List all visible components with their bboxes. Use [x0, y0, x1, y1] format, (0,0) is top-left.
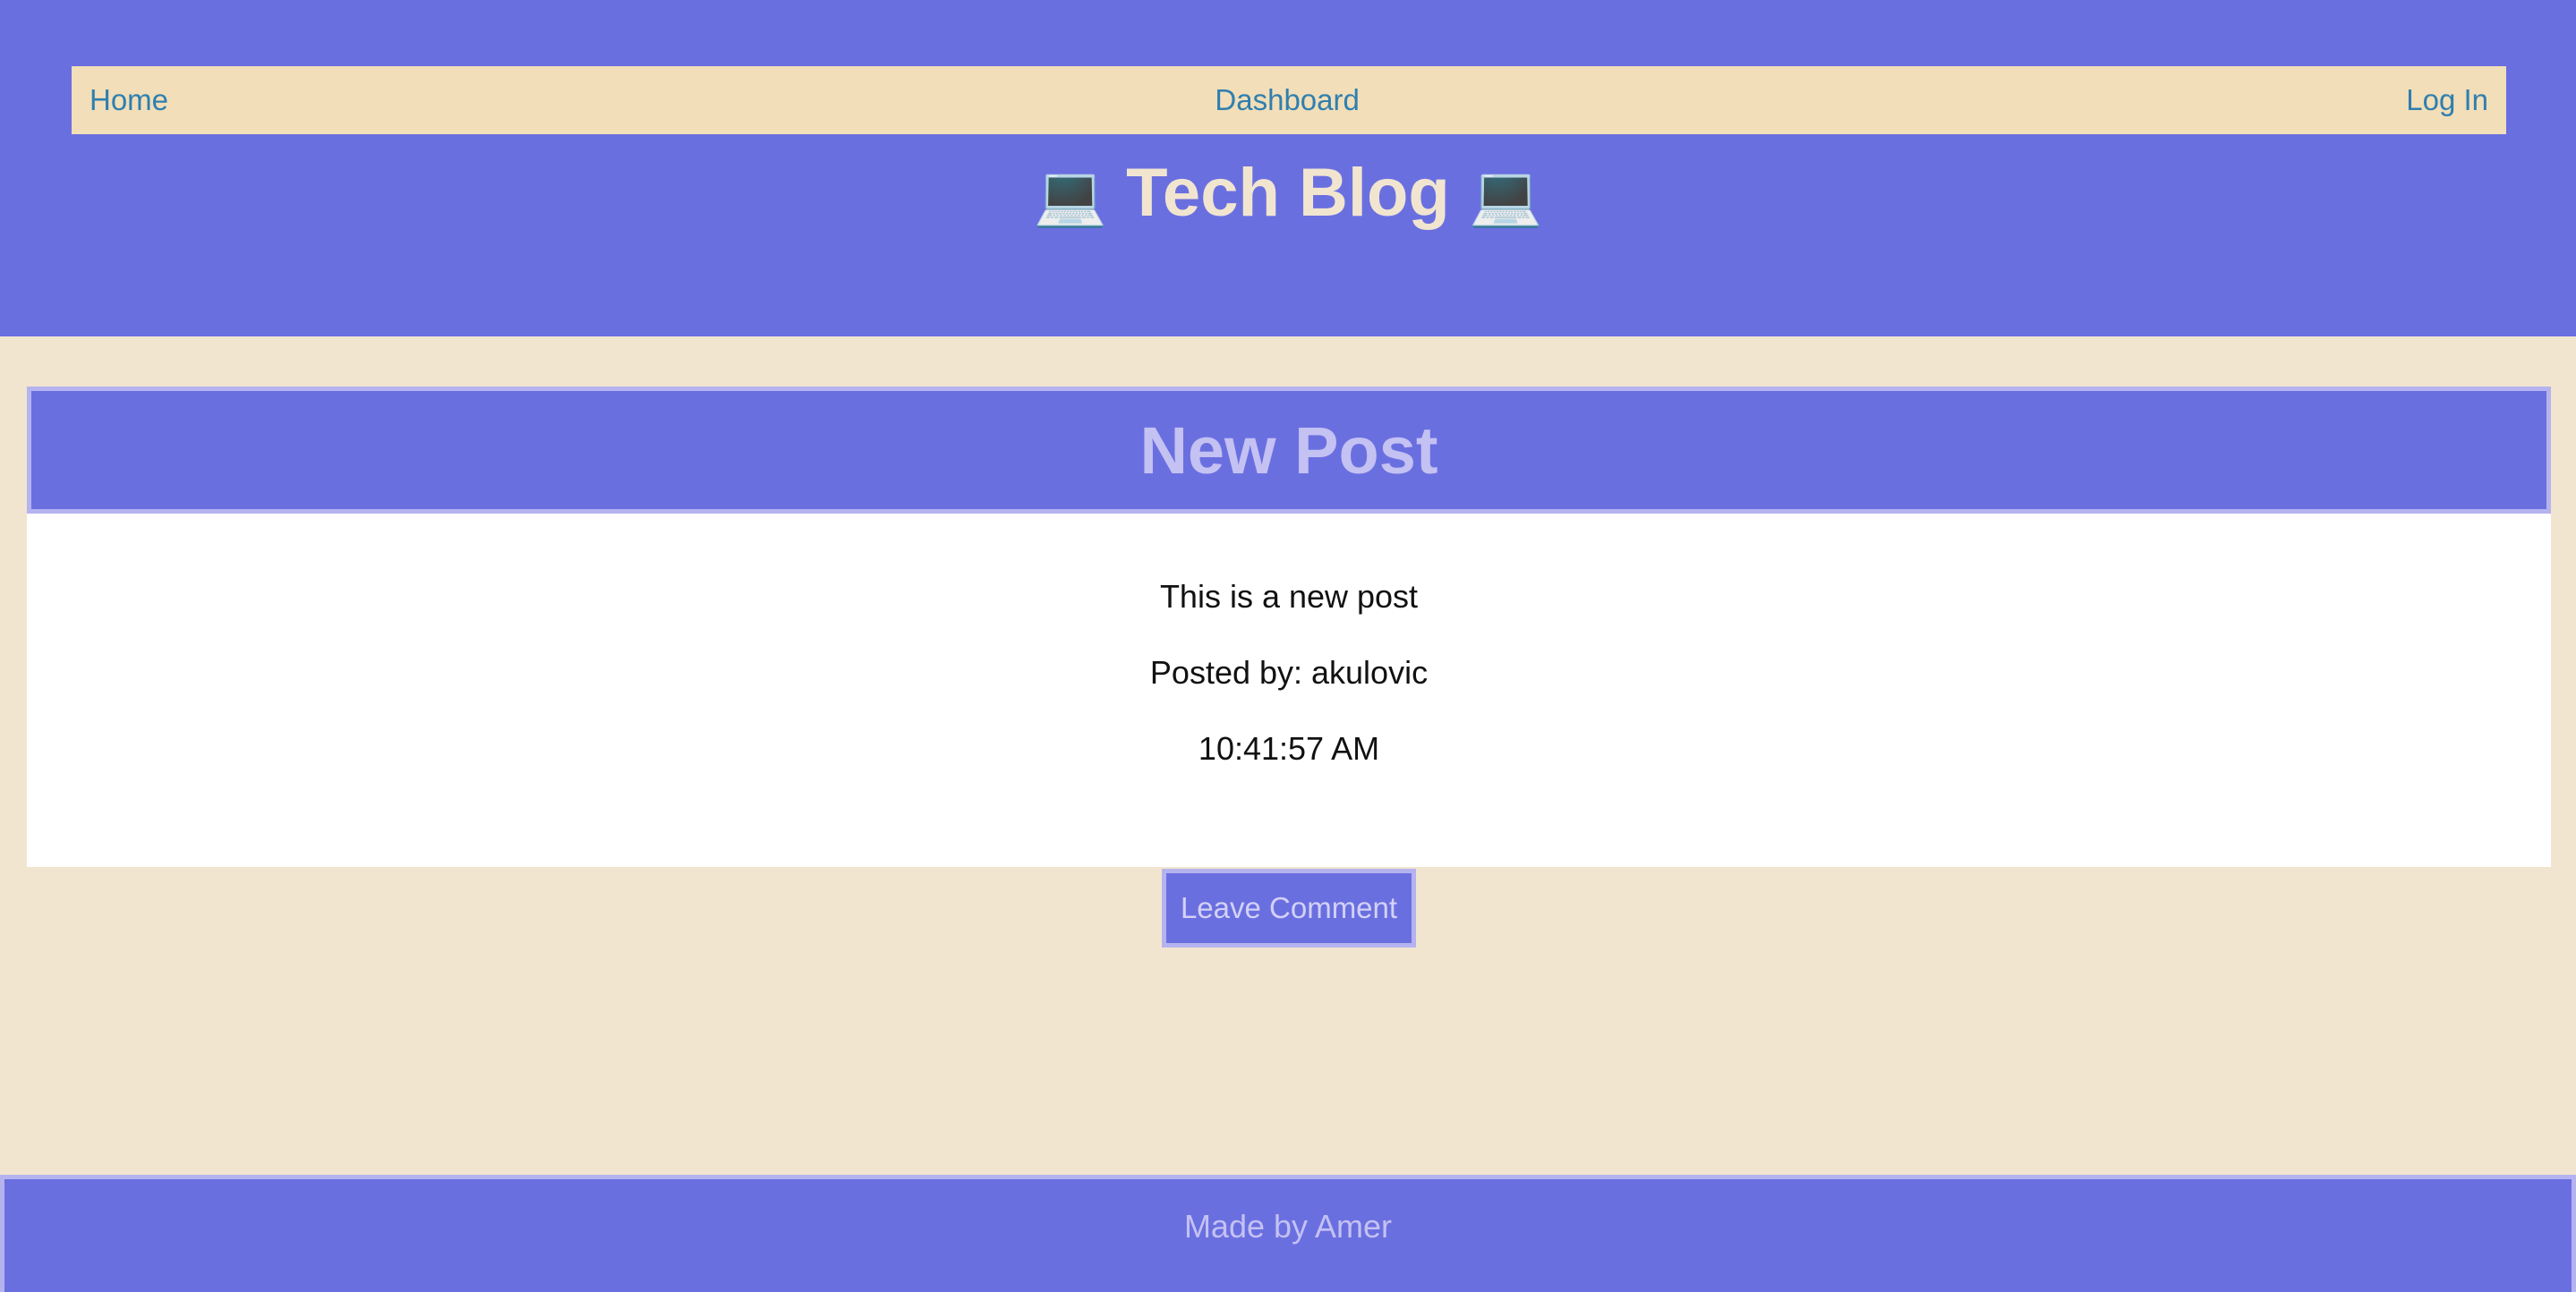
- post-header: New Post: [27, 387, 2551, 514]
- site-header: Home Dashboard Log In 💻 Tech Blog 💻: [0, 0, 2576, 336]
- footer-text: Made by Amer: [1183, 1208, 1393, 1245]
- nav-dashboard-link[interactable]: Dashboard: [1215, 83, 1359, 117]
- site-footer: Made by Amer: [0, 1175, 2576, 1292]
- post-content: This is a new post: [1159, 578, 1419, 615]
- nav-home-link[interactable]: Home: [90, 83, 168, 117]
- nav-login-link[interactable]: Log In: [2406, 83, 2488, 117]
- post-title: New Post: [1139, 412, 1438, 488]
- leave-comment-button[interactable]: Leave Comment: [1162, 869, 1416, 948]
- laptop-icon: 💻: [1033, 162, 1108, 228]
- nav-bar: Home Dashboard Log In: [72, 66, 2506, 134]
- site-title: 💻 Tech Blog 💻: [0, 150, 2576, 238]
- post-author: Posted by: akulovic: [1149, 654, 1429, 691]
- post-body: This is a new post Posted by: akulovic 1…: [27, 514, 2551, 867]
- laptop-icon: 💻: [1468, 162, 1543, 228]
- site-title-text: Tech Blog: [1126, 155, 1450, 231]
- post-time: 10:41:57 AM: [1198, 730, 1380, 767]
